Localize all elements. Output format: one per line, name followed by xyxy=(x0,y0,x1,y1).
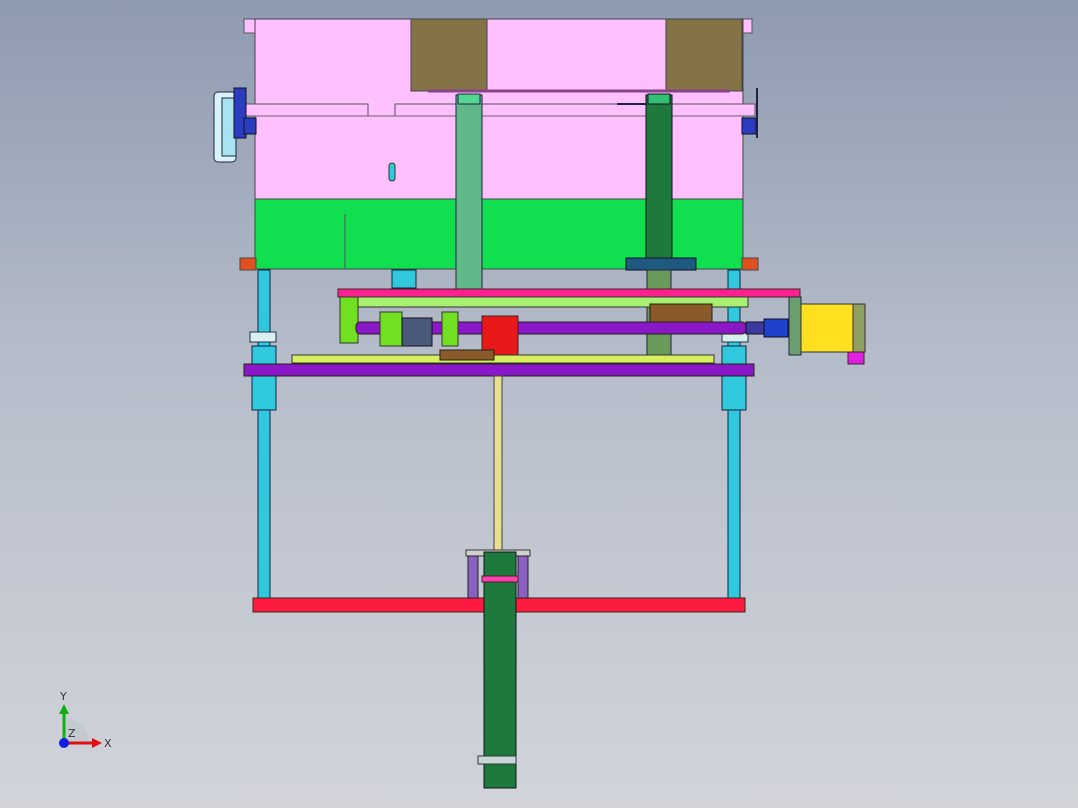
z-axis-label: Z xyxy=(68,727,76,740)
cylinder-barrel xyxy=(483,551,517,789)
guide-rod-left[interactable] xyxy=(249,269,277,601)
piston-rod xyxy=(493,375,503,553)
assembly-drawing[interactable]: Y X Z xyxy=(0,0,1078,808)
guide-rod-right[interactable] xyxy=(721,269,749,601)
stepper-motor[interactable] xyxy=(745,296,866,365)
cross-plate[interactable] xyxy=(243,363,755,377)
housing-olive-block-left xyxy=(410,18,488,92)
cad-viewport[interactable]: Y X Z xyxy=(0,0,1078,808)
motor-coupling xyxy=(763,318,789,338)
coordinate-triad: Y X Z xyxy=(59,690,112,750)
y-axis-label: Y xyxy=(59,690,67,703)
upper-housing[interactable] xyxy=(239,18,759,271)
left-clamp[interactable] xyxy=(213,87,257,163)
air-cylinder[interactable] xyxy=(465,549,531,789)
housing-olive-block-right xyxy=(665,18,743,92)
x-axis-label: X xyxy=(104,737,112,750)
